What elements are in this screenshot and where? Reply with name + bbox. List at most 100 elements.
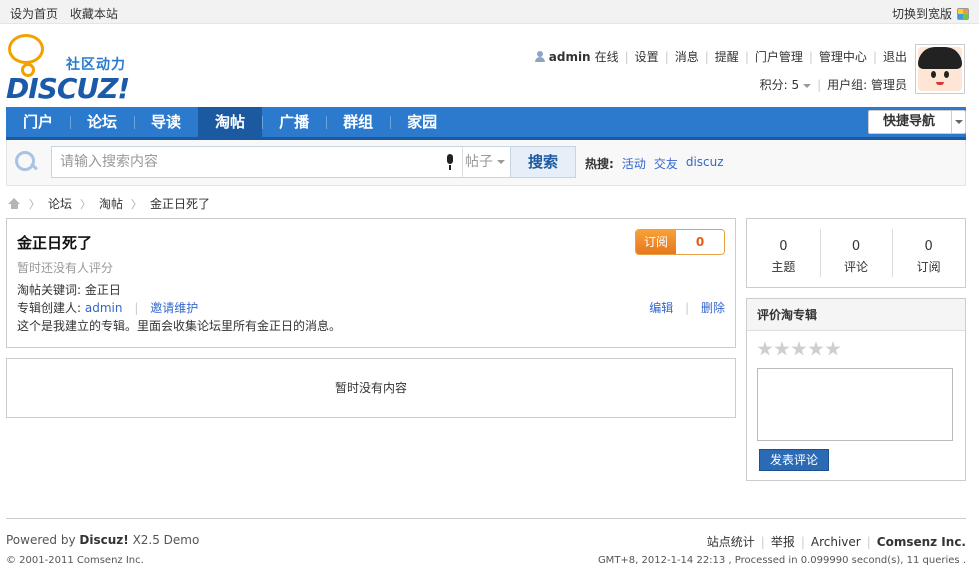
album-rating: 暂时还没有人评分 xyxy=(17,261,114,275)
settings-link[interactable]: 设置 xyxy=(635,48,659,65)
divider: | xyxy=(685,301,690,315)
search-type-select[interactable]: 帖子 xyxy=(462,147,510,177)
avatar[interactable] xyxy=(915,44,965,94)
admin-center-link[interactable]: 管理中心 xyxy=(819,48,867,65)
site-stats-link[interactable]: 站点统计 xyxy=(707,533,755,550)
search-button[interactable]: 搜索 xyxy=(510,146,576,178)
breadcrumb-current: 金正日死了 xyxy=(150,197,211,211)
subscribe-button[interactable]: 订阅 0 xyxy=(635,229,725,255)
search-input[interactable] xyxy=(52,147,437,177)
album-title: 金正日死了 xyxy=(17,234,93,252)
breadcrumb-collection[interactable]: 淘帖 xyxy=(99,195,123,212)
creator-link[interactable]: admin xyxy=(85,301,123,315)
review-title: 评价淘专辑 xyxy=(747,299,965,331)
username-link[interactable]: admin xyxy=(549,50,591,64)
chevron-down-icon xyxy=(497,160,505,164)
top-bar: 设为首页 收藏本站 切换到宽版 xyxy=(0,0,979,24)
star-icon[interactable] xyxy=(757,341,773,356)
star-rating[interactable] xyxy=(757,341,841,357)
switch-wide-link[interactable]: 切换到宽版 xyxy=(892,5,952,22)
logo-wordmark: DISCUZ! xyxy=(6,72,130,105)
delete-link[interactable]: 删除 xyxy=(701,301,725,315)
search-box: 帖子 搜索 xyxy=(51,146,576,178)
quick-nav-button[interactable]: 快捷导航 xyxy=(868,110,966,134)
review-textarea[interactable] xyxy=(757,368,953,441)
search-bar: 帖子 搜索 热搜: 活动 交友 discuz xyxy=(6,140,966,186)
logout-link[interactable]: 退出 xyxy=(883,48,907,65)
divider: | xyxy=(744,49,749,64)
search-icon xyxy=(15,151,37,173)
star-icon[interactable] xyxy=(774,341,790,356)
divider: | xyxy=(134,301,139,315)
hot-search-link[interactable]: discuz xyxy=(686,155,724,172)
stat-label: 主题 xyxy=(771,260,796,274)
album-stats: 0 主题 0 评论 0 订阅 xyxy=(746,218,966,288)
brand-link[interactable]: Discuz! xyxy=(79,533,128,547)
nav-item-home[interactable]: 家园 xyxy=(390,107,454,137)
invite-maintain-link[interactable]: 邀请维护 xyxy=(150,301,198,315)
divider: | xyxy=(800,534,805,549)
wide-layout-icon[interactable] xyxy=(957,7,969,20)
powered-by: Powered by Discuz! X2.5 Demo xyxy=(6,533,199,547)
processing-info: GMT+8, 2012-1-14 22:13 , Processed in 0.… xyxy=(597,555,966,566)
album-creator: 专辑创建人: admin | 邀请维护 xyxy=(17,299,198,316)
quick-nav-label: 快捷导航 xyxy=(883,114,936,129)
stat-subscriptions: 0 订阅 xyxy=(892,219,965,287)
microphone-icon[interactable] xyxy=(445,154,455,170)
divider: | xyxy=(872,49,877,64)
hot-search-label: 热搜: xyxy=(585,157,614,171)
set-homepage-link[interactable]: 设为首页 xyxy=(10,7,58,21)
chevron-down-icon xyxy=(803,83,812,88)
star-icon[interactable] xyxy=(825,341,841,356)
messages-link[interactable]: 消息 xyxy=(675,48,699,65)
footer: Powered by Discuz! X2.5 Demo © 2001-2011… xyxy=(6,518,966,566)
nav-item-broadcast[interactable]: 广播 xyxy=(262,107,326,137)
nav-item-collection[interactable]: 淘帖 xyxy=(198,107,263,137)
report-link[interactable]: 举报 xyxy=(771,533,795,550)
nav-item-forum[interactable]: 论坛 xyxy=(70,107,134,137)
divider: | xyxy=(760,534,765,549)
home-icon[interactable] xyxy=(8,198,21,209)
copyright: © 2001-2011 Comsenz Inc. xyxy=(6,555,144,566)
usergroup-link[interactable]: 用户组: 管理员 xyxy=(827,76,907,93)
stat-value: 0 xyxy=(924,239,933,254)
points-label: 积分: 5 xyxy=(759,78,800,92)
album-keywords: 淘帖关键词: 金正日 xyxy=(17,283,121,297)
portal-admin-link[interactable]: 门户管理 xyxy=(755,48,803,65)
stat-comments: 0 评论 xyxy=(819,219,893,287)
album-ops: 编辑 | 删除 xyxy=(649,299,725,316)
empty-message: 暂时没有内容 xyxy=(334,381,407,395)
star-icon[interactable] xyxy=(808,341,824,356)
user-menu: admin 在线 | 设置 | 消息 | 提醒 | 门户管理 | 管理中心 | … xyxy=(534,48,907,65)
star-icon[interactable] xyxy=(791,341,807,356)
subscribe-label: 订阅 xyxy=(636,230,676,254)
notifications-link[interactable]: 提醒 xyxy=(715,48,739,65)
stat-label: 评论 xyxy=(844,260,869,274)
divider: | xyxy=(817,77,822,92)
nav-item-portal[interactable]: 门户 xyxy=(6,107,70,137)
footer-links: 站点统计 | 举报 | Archiver | Comsenz Inc. xyxy=(707,533,966,550)
post-review-button[interactable]: 发表评论 xyxy=(759,449,829,471)
divider: | xyxy=(704,49,709,64)
album-info-panel: 金正日死了 暂时还没有人评分 淘帖关键词: 金正日 专辑创建人: admin |… xyxy=(6,218,736,348)
nav-item-guide[interactable]: 导读 xyxy=(134,107,198,137)
album-description: 这个是我建立的专辑。里面会收集论坛里所有金正日的消息。 xyxy=(17,319,342,333)
edit-link[interactable]: 编辑 xyxy=(649,301,673,315)
nav-item-groups[interactable]: 群组 xyxy=(326,107,390,137)
version-label: X2.5 Demo xyxy=(132,533,200,547)
company-link[interactable]: Comsenz Inc. xyxy=(877,535,966,549)
breadcrumb-forum[interactable]: 论坛 xyxy=(48,195,72,212)
online-status[interactable]: 在线 xyxy=(595,48,619,65)
user-info: 积分: 5 | 用户组: 管理员 xyxy=(760,76,907,93)
divider: | xyxy=(624,49,629,64)
archiver-link[interactable]: Archiver xyxy=(811,535,861,549)
bookmark-link[interactable]: 收藏本站 xyxy=(70,7,118,21)
hot-search-link[interactable]: 交友 xyxy=(654,155,678,172)
discuz-logo[interactable]: 社区动力 DISCUZ! xyxy=(6,34,136,105)
hot-search-link[interactable]: 活动 xyxy=(622,155,646,172)
points-dropdown[interactable]: 积分: 5 xyxy=(760,76,812,93)
logo-slogan: 社区动力 xyxy=(66,57,126,73)
divider: | xyxy=(664,49,669,64)
stat-topics: 0 主题 xyxy=(747,219,820,287)
powered-label: Powered by xyxy=(6,533,76,547)
